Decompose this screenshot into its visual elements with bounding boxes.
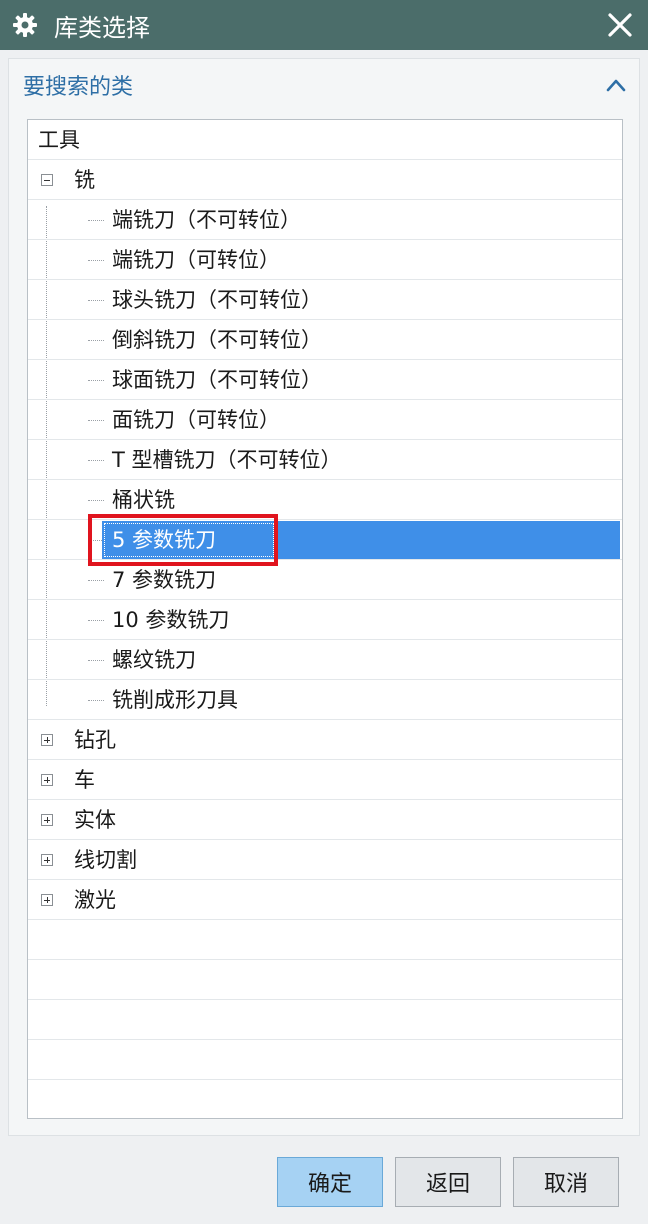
tree-node-label: 线切割 — [74, 848, 137, 872]
tree-connector — [88, 460, 104, 461]
tree-leaf[interactable]: 球头铣刀（不可转位） — [28, 280, 622, 320]
tree-connector — [88, 660, 104, 661]
tree-node-label: 实体 — [74, 808, 116, 832]
expand-icon[interactable] — [41, 854, 53, 866]
tree-leaf-label: 倒斜铣刀（不可转位） — [112, 328, 322, 352]
class-tree[interactable]: 工具 铣 端铣刀（不可转位） 端铣刀（可转位） 球头铣刀（不可转位） 倒斜铣刀（… — [27, 119, 623, 1119]
collapse-icon[interactable] — [41, 174, 53, 186]
gear-icon — [0, 0, 50, 50]
empty-row — [28, 920, 622, 960]
expand-icon[interactable] — [41, 894, 53, 906]
tree-root-label: 工具 — [38, 128, 80, 152]
empty-row — [28, 1040, 622, 1080]
annotation-highlight-box — [88, 514, 278, 566]
tree-connector — [88, 580, 104, 581]
section-title: 要搜索的类 — [23, 75, 134, 100]
cancel-button[interactable]: 取消 — [513, 1157, 619, 1207]
tree-leaf[interactable]: 端铣刀（不可转位） — [28, 200, 622, 240]
tree-node-solid[interactable]: 实体 — [28, 800, 622, 840]
chevron-up-icon — [606, 79, 626, 92]
tree-connector — [88, 300, 104, 301]
tree-leaf[interactable]: 端铣刀（可转位） — [28, 240, 622, 280]
empty-row — [28, 1000, 622, 1040]
tree-connector — [88, 420, 104, 421]
section-header[interactable]: 要搜索的类 — [9, 59, 639, 111]
tree-connector — [88, 340, 104, 341]
tree-leaf[interactable]: 7 参数铣刀 — [28, 560, 622, 600]
tree-leaf[interactable]: T 型槽铣刀（不可转位） — [28, 440, 622, 480]
tree-connector — [88, 380, 104, 381]
tree-leaf-label: 面铣刀（可转位） — [112, 408, 280, 432]
expand-icon[interactable] — [41, 774, 53, 786]
tree-node-turn[interactable]: 车 — [28, 760, 622, 800]
tree-connector — [88, 500, 104, 501]
tree-node-mill[interactable]: 铣 — [28, 160, 622, 200]
close-icon — [608, 13, 632, 37]
collapse-button[interactable] — [603, 72, 629, 98]
window-title: 库类选择 — [54, 13, 150, 42]
tree-root[interactable]: 工具 — [28, 120, 622, 160]
tree-leaf-label: 球面铣刀（不可转位） — [112, 368, 322, 392]
expand-icon[interactable] — [41, 734, 53, 746]
empty-row — [28, 1080, 622, 1118]
tree-leaf-label: T 型槽铣刀（不可转位） — [112, 448, 342, 472]
tree-node-label: 车 — [74, 768, 95, 792]
tree-leaf[interactable]: 螺纹铣刀 — [28, 640, 622, 680]
tree-leaf-label: 球头铣刀（不可转位） — [112, 288, 322, 312]
tree-leaf-label: 螺纹铣刀 — [112, 648, 196, 672]
search-class-section: 要搜索的类 工具 铣 端铣刀（不可转位） 端铣刀（可转位） 球头铣刀（不可转位）… — [8, 58, 640, 1136]
empty-row — [28, 960, 622, 1000]
tree-leaf-label: 7 参数铣刀 — [112, 568, 217, 592]
tree-node-label: 钻孔 — [74, 728, 116, 752]
tree-leaf-label: 铣削成形刀具 — [112, 688, 238, 712]
close-button[interactable] — [602, 7, 638, 43]
tree-connector — [88, 220, 104, 221]
tree-connector — [88, 620, 104, 621]
tree-node-wire-cut[interactable]: 线切割 — [28, 840, 622, 880]
tree-node-laser[interactable]: 激光 — [28, 880, 622, 920]
expand-icon[interactable] — [41, 814, 53, 826]
ok-button[interactable]: 确定 — [277, 1157, 383, 1207]
tree-node-label: 铣 — [74, 168, 95, 192]
tree-node-drill[interactable]: 钻孔 — [28, 720, 622, 760]
tree-node-label: 激光 — [74, 888, 116, 912]
tree-leaf[interactable]: 面铣刀（可转位） — [28, 400, 622, 440]
back-button[interactable]: 返回 — [395, 1157, 501, 1207]
tree-leaf-label: 端铣刀（不可转位） — [112, 208, 301, 232]
tree-leaf[interactable]: 铣削成形刀具 — [28, 680, 622, 720]
tree-leaf[interactable]: 10 参数铣刀 — [28, 600, 622, 640]
tree-connector — [88, 700, 104, 701]
tree-leaf-label: 10 参数铣刀 — [112, 608, 230, 632]
tree-leaf[interactable]: 倒斜铣刀（不可转位） — [28, 320, 622, 360]
title-bar: 库类选择 — [0, 0, 648, 50]
tree-leaf[interactable]: 球面铣刀（不可转位） — [28, 360, 622, 400]
tree-leaf-label: 端铣刀（可转位） — [112, 248, 280, 272]
tree-connector — [88, 260, 104, 261]
